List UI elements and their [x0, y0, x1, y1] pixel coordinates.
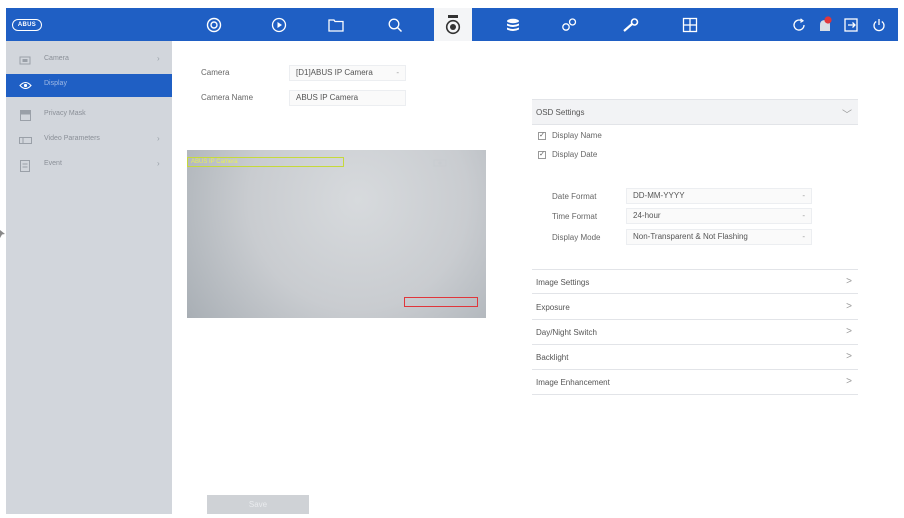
mask-icon [18, 109, 32, 122]
chevron-right-icon: > [846, 326, 852, 337]
chevron-right-icon: > [846, 376, 852, 387]
logout-icon[interactable] [838, 8, 864, 41]
checkbox-checked-icon: ✓ [538, 131, 546, 140]
sidebar-item-label: Camera [44, 55, 69, 62]
camera-icon[interactable] [434, 8, 472, 41]
chevron-down-icon: ﹀ [842, 110, 852, 121]
sidebar-item-video-parameters[interactable]: Video Parameters › [6, 129, 172, 152]
date-format-label: Date Format [552, 192, 597, 201]
checkbox-checked-icon: ✓ [538, 150, 546, 159]
display-name-label: Display Name [552, 131, 602, 140]
search-icon[interactable] [376, 8, 414, 41]
sidebar-item-label: Event [44, 160, 62, 167]
time-format-value: 24-hour [633, 211, 661, 220]
sidebar-item-event[interactable]: Event › [6, 154, 172, 177]
chevron-down-icon: - [396, 68, 399, 77]
backlight-section[interactable]: Backlight > [532, 345, 858, 370]
sidebar-item-label: Display [44, 80, 67, 87]
camera-select[interactable]: [D1]ABUS IP Camera - [289, 65, 406, 81]
sidebar-item-display[interactable]: Display [6, 74, 172, 97]
display-mode-select[interactable]: Non-Transparent & Not Flashing - [626, 229, 812, 245]
chevron-down-icon: - [802, 232, 805, 241]
image-enhancement-section[interactable]: Image Enhancement > [532, 370, 858, 395]
sidebar-item-camera[interactable]: Camera › [6, 49, 172, 72]
playback-icon[interactable] [260, 8, 298, 41]
camera-name-value: ABUS IP Camera [296, 93, 359, 102]
alarm-icon[interactable] [812, 8, 838, 41]
system-config-icon[interactable] [550, 8, 588, 41]
time-format-label: Time Format [552, 212, 598, 221]
event-icon [18, 159, 32, 172]
power-icon[interactable] [866, 8, 892, 41]
save-button[interactable]: Save [207, 495, 309, 514]
chevron-down-icon: - [802, 191, 805, 200]
refresh-icon[interactable] [786, 8, 812, 41]
section-label: Image Settings [536, 278, 590, 287]
display-name-checkbox[interactable]: ✓ Display Name [538, 131, 602, 140]
chevron-right-icon: › [157, 159, 160, 168]
day-night-switch-section[interactable]: Day/Night Switch > [532, 320, 858, 345]
chevron-right-icon: > [846, 351, 852, 362]
chevron-right-icon: › [157, 54, 160, 63]
ptz-icon[interactable] [433, 158, 447, 168]
exposure-section[interactable]: Exposure > [532, 295, 858, 320]
live-view-icon[interactable] [195, 8, 233, 41]
date-format-select[interactable]: DD-MM-YYYY - [626, 188, 812, 204]
layout-icon[interactable] [671, 8, 709, 41]
display-date-checkbox[interactable]: ✓ Display Date [538, 150, 597, 159]
time-format-select[interactable]: 24-hour - [626, 208, 812, 224]
section-label: Day/Night Switch [536, 328, 597, 337]
camera-feed-image [187, 150, 486, 318]
camera-name-label: Camera Name [201, 93, 254, 102]
storage-icon[interactable] [494, 8, 532, 41]
chevron-right-icon: > [846, 276, 852, 287]
camera-small-icon [18, 54, 32, 67]
chevron-down-icon: - [802, 211, 805, 220]
date-format-value: DD-MM-YYYY [633, 191, 685, 200]
sidebar-item-label: Video Parameters [44, 135, 100, 142]
video-preview[interactable]: ABUS IP Camera [187, 150, 486, 318]
mouse-cursor-icon [0, 230, 5, 238]
chevron-right-icon: > [846, 301, 852, 312]
app-window: ABUS Camera › Display Privacy Mask Video… [6, 8, 898, 514]
display-date-label: Display Date [552, 150, 598, 159]
sidebar: Camera › Display Privacy Mask Video Para… [6, 41, 172, 514]
section-label: Exposure [536, 303, 570, 312]
camera-label: Camera [201, 68, 230, 77]
camera-select-value: [D1]ABUS IP Camera [296, 68, 373, 77]
osd-settings-title: OSD Settings [536, 108, 585, 117]
main-panel: Camera [D1]ABUS IP Camera - Camera Name … [172, 41, 898, 514]
sidebar-item-privacy-mask[interactable]: Privacy Mask [6, 104, 172, 127]
top-nav-bar: ABUS [6, 8, 898, 41]
osd-date-region[interactable] [404, 297, 478, 307]
section-label: Image Enhancement [536, 378, 610, 387]
chevron-right-icon: › [157, 134, 160, 143]
brand-logo: ABUS [12, 19, 42, 31]
osd-name-region[interactable]: ABUS IP Camera [187, 157, 344, 167]
display-mode-value: Non-Transparent & Not Flashing [633, 232, 748, 241]
osd-settings-header[interactable]: OSD Settings ﹀ [532, 99, 858, 125]
osd-name-text: ABUS IP Camera [191, 159, 238, 165]
camera-name-field[interactable]: ABUS IP Camera [289, 90, 406, 106]
file-icon[interactable] [317, 8, 355, 41]
video-icon [18, 134, 32, 147]
eye-icon [18, 79, 32, 92]
maintenance-icon[interactable] [612, 8, 650, 41]
display-mode-label: Display Mode [552, 233, 601, 242]
section-label: Backlight [536, 353, 569, 362]
sidebar-item-label: Privacy Mask [44, 110, 86, 117]
image-settings-section[interactable]: Image Settings > [532, 269, 858, 294]
